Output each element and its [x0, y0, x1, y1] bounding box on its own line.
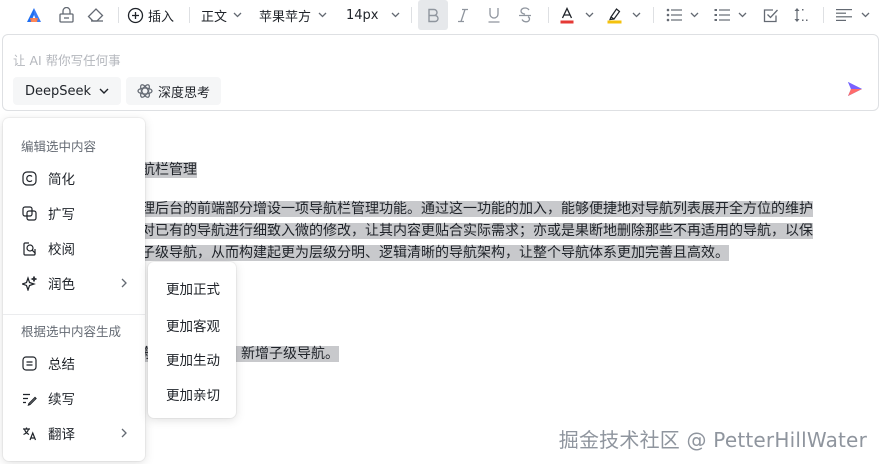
expand-icon	[21, 205, 37, 221]
menu-item-summarize[interactable]: 总结	[3, 347, 145, 379]
menu-item-label: 翻译	[48, 427, 75, 443]
chevron-down-icon	[632, 12, 641, 18]
paragraph-text: 对已有的导航进行细致入微的修改，让其内容更贴合实际需求；亦或是果断地删除那些不再…	[141, 223, 813, 239]
strikethrough-button[interactable]	[518, 0, 532, 30]
model-value: DeepSeek	[25, 83, 92, 99]
polish-submenu: 更加正式 更加客观 更加生动 更加亲切	[148, 262, 236, 418]
bold-button[interactable]	[418, 0, 448, 30]
ai-logo-icon[interactable]	[26, 0, 42, 30]
font-family-select[interactable]: 苹果苹方	[259, 0, 327, 30]
sparkle-icon	[21, 275, 37, 291]
italic-button[interactable]	[457, 0, 469, 30]
deep-think-label: 深度思考	[158, 85, 211, 101]
align-left-icon	[836, 9, 852, 21]
submenu-item-friendly[interactable]: 更加亲切	[166, 384, 220, 404]
send-icon[interactable]	[846, 80, 864, 98]
font-size-select[interactable]: 14px	[346, 0, 400, 30]
highlighter-icon	[607, 7, 622, 23]
ai-context-menu: 编辑选中内容 简化 扩写 校阅 润色 根据选中内容生成 总结 续写 翻译	[3, 118, 145, 461]
menu-item-proofread[interactable]: 校阅	[3, 232, 145, 264]
italic-icon	[458, 8, 468, 22]
menu-item-expand[interactable]: 扩写	[3, 197, 145, 229]
align-select[interactable]	[836, 0, 870, 30]
insert-label: 插入	[148, 9, 175, 25]
chevron-down-icon	[861, 12, 870, 18]
menu-item-label: 简化	[48, 172, 75, 188]
menu-item-polish[interactable]: 润色	[3, 267, 145, 299]
menu-divider	[3, 314, 145, 315]
menu-item-label: 扩写	[48, 207, 75, 223]
bullet-list-icon	[666, 8, 682, 22]
eraser-icon[interactable]	[87, 0, 105, 30]
insert-button[interactable]: 插入	[127, 0, 174, 30]
document-heading: 航栏管理	[141, 159, 197, 181]
menu-item-continue[interactable]: 续写	[3, 382, 145, 414]
heading-text: 航栏管理	[141, 162, 197, 178]
paragraph-text: 理后台的前端部分增设一项导航栏管理功能。通过这一功能的加入，能够便捷地对导航列表…	[141, 201, 813, 217]
bullet-list-select[interactable]	[666, 0, 699, 30]
menu-item-label: 总结	[48, 357, 75, 373]
underline-icon	[488, 8, 500, 23]
menu-item-label: 续写	[48, 392, 75, 408]
checkbox-icon	[763, 8, 778, 22]
paragraph-line: 对已有的导航进行细致入微的修改，让其内容更贴合实际需求；亦或是果断地删除那些不再…	[141, 220, 813, 242]
watermark: 掘金技术社区 @ PetterHillWater	[558, 428, 867, 452]
text-color-icon	[560, 6, 574, 23]
line-height-icon	[794, 8, 808, 22]
ordered-list-select[interactable]	[714, 0, 747, 30]
underline-button[interactable]	[487, 0, 501, 30]
chevron-right-icon	[121, 428, 127, 438]
atom-icon	[137, 84, 153, 98]
chevron-down-icon	[99, 88, 109, 94]
chevron-right-icon	[121, 278, 127, 288]
chevron-down-icon	[585, 12, 594, 18]
chevron-down-icon	[738, 12, 747, 18]
submenu-item-vivid[interactable]: 更加生动	[166, 349, 220, 369]
text-color-select[interactable]	[560, 0, 594, 30]
paragraph-line: 理后台的前端部分增设一项导航栏管理功能。通过这一功能的加入，能够便捷地对导航列表…	[141, 198, 813, 220]
menu-item-translate[interactable]: 翻译	[3, 417, 145, 449]
ai-prompt-input[interactable]: 让 AI 帮你写任何事	[13, 50, 121, 69]
chevron-down-icon	[690, 12, 699, 18]
strikethrough-icon	[519, 7, 531, 23]
font-size-value: 14px	[346, 7, 379, 23]
bold-icon	[428, 8, 439, 22]
ai-prompt-box: 让 AI 帮你写任何事 DeepSeek 深度思考	[2, 34, 879, 111]
menu-item-label: 校阅	[48, 242, 75, 258]
simplify-icon	[21, 170, 37, 186]
chevron-down-icon	[318, 12, 327, 18]
menu-section-generate: 根据选中内容生成	[21, 324, 122, 339]
paragraph-line: 子级导航，从而构建起更为层级分明、逻辑清晰的导航架构，让整个导航体系更加完善且高…	[141, 242, 729, 264]
chevron-down-icon	[233, 12, 242, 18]
plus-circle-icon	[127, 7, 144, 23]
editor-toolbar: 插入 正文 苹果苹方 14px	[0, 0, 881, 30]
paragraph-style-value: 正文	[201, 9, 228, 25]
font-family-value: 苹果苹方	[259, 9, 312, 25]
continue-writing-icon	[21, 390, 37, 406]
deep-think-button[interactable]: 深度思考	[126, 77, 222, 105]
submenu-item-formal[interactable]: 更加正式	[166, 278, 220, 298]
paragraph-style-select[interactable]: 正文	[201, 0, 242, 30]
translate-icon	[21, 425, 37, 441]
format-painter-icon[interactable]	[58, 0, 75, 30]
checklist-button[interactable]	[763, 0, 779, 30]
model-select[interactable]: DeepSeek	[13, 77, 122, 105]
ordered-list-icon	[714, 9, 730, 21]
indent-button[interactable]	[794, 0, 810, 30]
submenu-item-objective[interactable]: 更加客观	[166, 315, 220, 335]
paragraph-text: 子级导航，从而构建起更为层级分明、逻辑清晰的导航架构，让整个导航体系更加完善且高…	[141, 245, 729, 261]
menu-section-edit: 编辑选中内容	[21, 139, 97, 154]
highlight-color-select[interactable]	[607, 0, 641, 30]
summary-icon	[21, 355, 37, 371]
menu-item-simplify[interactable]: 简化	[3, 162, 145, 194]
chevron-down-icon	[391, 12, 399, 18]
menu-item-label: 润色	[48, 277, 75, 293]
proofread-icon	[21, 240, 37, 256]
